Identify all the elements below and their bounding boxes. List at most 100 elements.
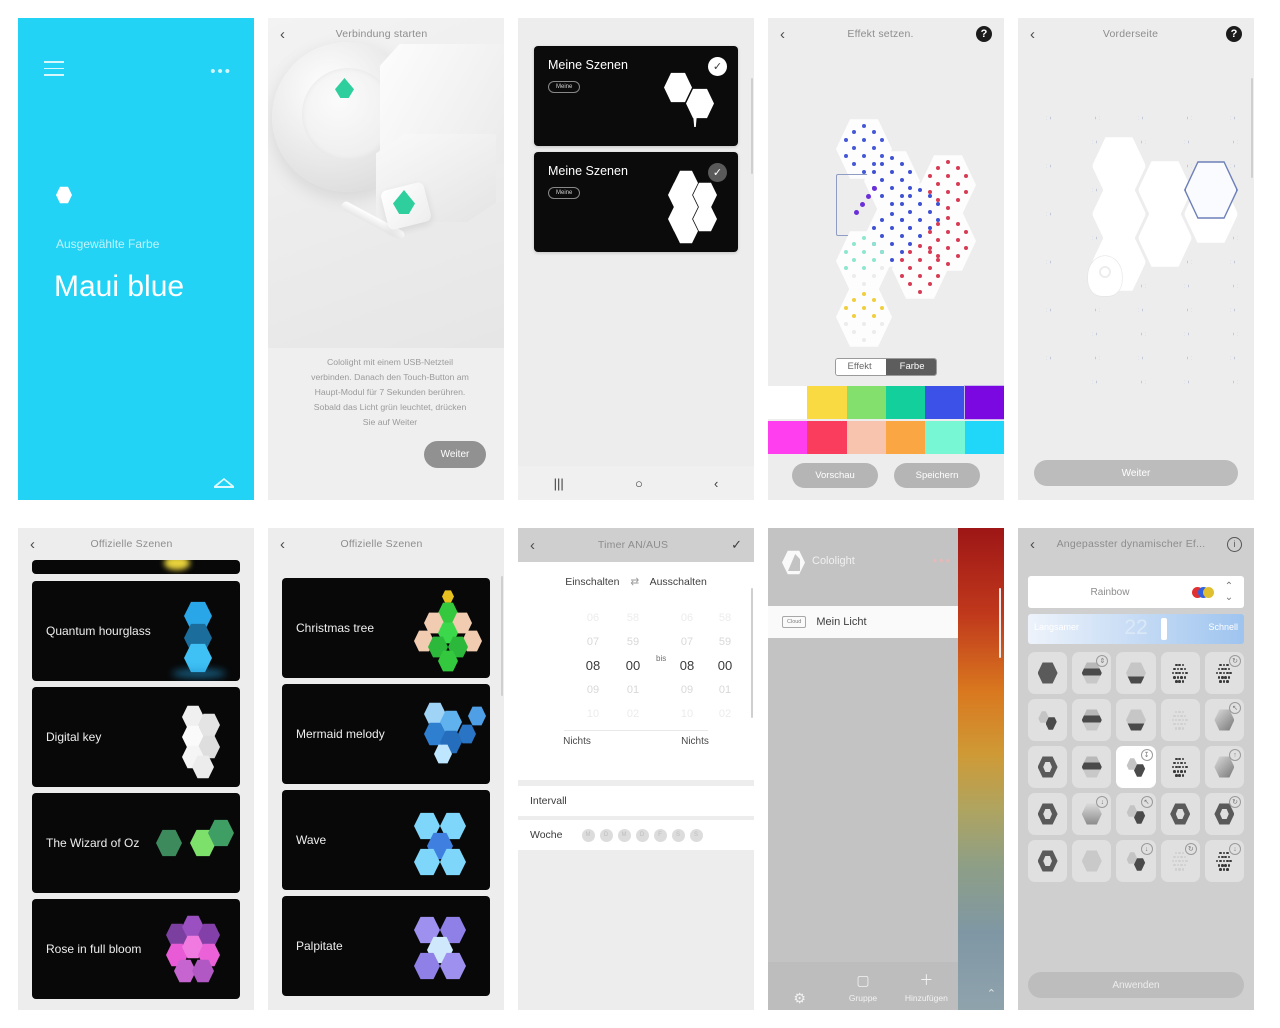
color-swatch[interactable] bbox=[885, 421, 926, 454]
scene-card[interactable]: Meine Szenen Meine ✓ bbox=[534, 152, 738, 252]
preset-selector[interactable]: Rainbow ⌃ ⌄ bbox=[1028, 576, 1244, 608]
scrollbar[interactable] bbox=[751, 78, 753, 174]
nav-recents-button[interactable]: ||| bbox=[554, 476, 564, 491]
color-swatch[interactable] bbox=[964, 421, 1004, 454]
color-swatch[interactable] bbox=[768, 421, 808, 454]
effect-icon-18[interactable]: ↖ bbox=[1116, 793, 1156, 835]
effect-icon-1[interactable] bbox=[1028, 652, 1068, 694]
next-button[interactable]: Weiter bbox=[1034, 460, 1238, 486]
effect-icon-6[interactable] bbox=[1028, 699, 1068, 741]
color-swatch[interactable] bbox=[807, 386, 847, 419]
toggle-option-effect[interactable]: Effekt bbox=[836, 359, 886, 375]
color-swatch[interactable] bbox=[925, 386, 965, 419]
effect-icon-23[interactable]: ↓ bbox=[1116, 840, 1156, 882]
info-icon[interactable]: i bbox=[1227, 536, 1242, 552]
weekday-toggle[interactable]: M bbox=[617, 828, 631, 842]
hex-slot-empty[interactable] bbox=[1184, 353, 1238, 411]
interval-row[interactable]: Intervall bbox=[518, 786, 754, 816]
slider-knob[interactable] bbox=[1161, 618, 1167, 640]
start-min-value[interactable]: 00 bbox=[616, 654, 650, 678]
week-row[interactable]: Woche MDMDFSS bbox=[518, 820, 754, 850]
end-hour-wheel[interactable]: 06 07 08 09 10 bbox=[670, 606, 704, 726]
group-nav-button[interactable]: ▢ Gruppe bbox=[831, 972, 894, 1010]
check-icon[interactable]: ✓ bbox=[731, 537, 742, 553]
color-swatch[interactable] bbox=[885, 386, 926, 419]
scene-card[interactable]: Meine Szenen Meine ✓ bbox=[534, 46, 738, 146]
scrollbar[interactable] bbox=[999, 588, 1001, 658]
more-options-icon[interactable]: ••• bbox=[210, 64, 232, 79]
scene-list-item[interactable]: Wave bbox=[282, 790, 490, 890]
next-button[interactable]: Weiter bbox=[424, 441, 486, 468]
effect-icon-2[interactable]: ⇕ bbox=[1072, 652, 1112, 694]
chevron-up-icon[interactable] bbox=[214, 476, 234, 488]
color-swatch-selected[interactable] bbox=[963, 385, 1004, 420]
apply-button[interactable]: Anwenden bbox=[1028, 972, 1244, 998]
effect-icon-17[interactable]: ↓ bbox=[1072, 793, 1112, 835]
effect-icon-20[interactable]: ↻ bbox=[1204, 793, 1244, 835]
tab-turn-off[interactable]: Ausschalten bbox=[650, 576, 707, 588]
effect-icon-13[interactable]: ↧ bbox=[1116, 746, 1156, 788]
weekday-toggle[interactable]: S bbox=[689, 828, 703, 842]
color-swatch[interactable] bbox=[846, 421, 886, 454]
hex-slot-empty[interactable] bbox=[1092, 353, 1146, 411]
preview-button[interactable]: Vorschau bbox=[792, 463, 878, 488]
effect-icon-25[interactable]: ↓ bbox=[1204, 840, 1244, 882]
palette-row-1[interactable] bbox=[768, 385, 1004, 420]
effect-icon-7[interactable] bbox=[1072, 699, 1112, 741]
nav-home-button[interactable]: ○ bbox=[635, 476, 643, 491]
scene-list-item[interactable]: Palpitate bbox=[282, 896, 490, 996]
color-swatch[interactable] bbox=[846, 386, 886, 419]
palette-row-2[interactable] bbox=[768, 421, 1004, 454]
speed-slider[interactable]: 22 Langsamer Schnell bbox=[1028, 614, 1244, 644]
add-nav-button[interactable]: ＋ Hinzufügen bbox=[895, 972, 958, 1010]
scene-list-item[interactable]: The Wizard of Oz bbox=[32, 793, 240, 893]
effect-icon-9[interactable] bbox=[1160, 699, 1200, 741]
color-swatch[interactable] bbox=[807, 421, 847, 454]
effect-icon-21[interactable] bbox=[1028, 840, 1068, 882]
scene-list-item[interactable]: Mermaid melody bbox=[282, 684, 490, 784]
scene-list-item-partial[interactable] bbox=[32, 560, 240, 574]
weekday-toggle[interactable]: M bbox=[581, 828, 595, 842]
start-hour-wheel[interactable]: 06 07 08 09 10 bbox=[576, 606, 610, 726]
repeat-left[interactable]: Nichts bbox=[518, 736, 636, 747]
effect-icon-8[interactable] bbox=[1116, 699, 1156, 741]
scrollbar[interactable] bbox=[751, 588, 753, 718]
weekday-selector[interactable]: MDMDFSS bbox=[577, 828, 703, 842]
color-swatch[interactable] bbox=[768, 386, 808, 419]
help-icon[interactable]: ? bbox=[976, 26, 992, 42]
scene-list-item[interactable]: Christmas tree bbox=[282, 578, 490, 678]
chevron-up-icon[interactable]: ⌃ bbox=[987, 987, 996, 1000]
end-min-value[interactable]: 00 bbox=[708, 654, 742, 678]
tab-turn-on[interactable]: Einschalten bbox=[565, 576, 619, 588]
effect-icon-16[interactable] bbox=[1028, 793, 1068, 835]
scene-list-item[interactable]: Quantum hourglass bbox=[32, 581, 240, 681]
time-picker[interactable]: 06 07 08 09 10 58 59 00 01 02 bis 06 07 … bbox=[518, 606, 754, 726]
scrollbar[interactable] bbox=[1251, 78, 1253, 178]
timer-mode-tabs[interactable]: Einschalten ⇄ Ausschalten bbox=[518, 576, 754, 588]
save-button[interactable]: Speichern bbox=[894, 463, 980, 488]
nav-back-button[interactable]: ‹ bbox=[714, 476, 718, 491]
effect-icon-22[interactable] bbox=[1072, 840, 1112, 882]
effect-icon-grid[interactable]: ⇕ ↻ ↖ ↧ ↑ ↓ ↖ ↻ ↓ ↻ ↓ bbox=[1028, 652, 1244, 882]
layout-canvas[interactable] bbox=[1018, 74, 1254, 411]
effect-color-toggle[interactable]: Effekt Farbe bbox=[835, 358, 937, 376]
effect-icon-3[interactable] bbox=[1116, 652, 1156, 694]
effect-icon-15[interactable]: ↑ bbox=[1204, 746, 1244, 788]
effect-icon-12[interactable] bbox=[1072, 746, 1112, 788]
effect-icon-10[interactable]: ↖ bbox=[1204, 699, 1244, 741]
hex-layout-preview[interactable] bbox=[768, 62, 1004, 352]
effect-icon-24[interactable]: ↻ bbox=[1160, 840, 1200, 882]
effect-icon-5[interactable]: ↻ bbox=[1204, 652, 1244, 694]
weekday-toggle[interactable]: F bbox=[653, 828, 667, 842]
start-hour-value[interactable]: 08 bbox=[576, 654, 610, 678]
scene-list-item[interactable]: Digital key bbox=[32, 687, 240, 787]
repeat-right[interactable]: Nichts bbox=[636, 736, 754, 747]
hamburger-icon[interactable] bbox=[44, 61, 64, 81]
stepper-updown-icon[interactable]: ⌃ ⌄ bbox=[1220, 581, 1238, 603]
hex-slot-empty[interactable] bbox=[1046, 329, 1100, 387]
effect-icon-14[interactable] bbox=[1160, 746, 1200, 788]
scene-check-icon[interactable]: ✓ bbox=[708, 57, 727, 76]
toggle-option-color[interactable]: Farbe bbox=[885, 359, 936, 375]
weekday-toggle[interactable]: D bbox=[635, 828, 649, 842]
swap-icon[interactable]: ⇄ bbox=[630, 576, 639, 588]
